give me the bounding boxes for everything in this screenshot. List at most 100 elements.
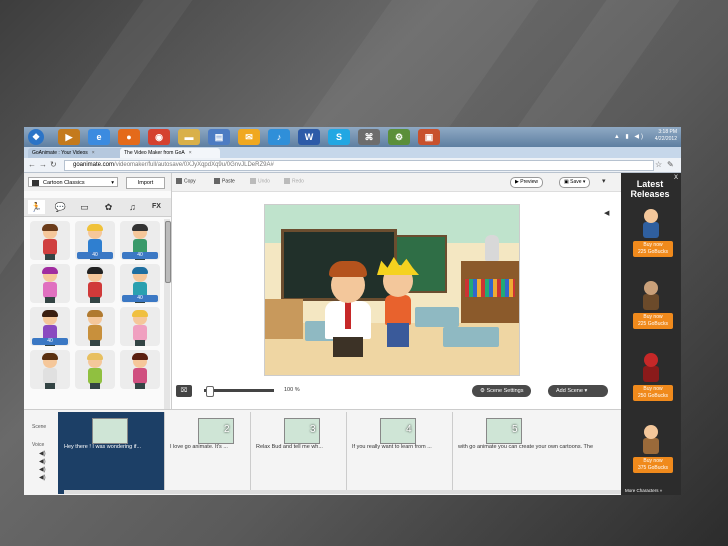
character-thumbnail[interactable] — [30, 221, 70, 260]
voice-clip[interactable]: Relax Bud and tell me wh... — [256, 442, 342, 452]
forward-arrow-icon[interactable]: → — [39, 160, 47, 170]
teacher-tie — [345, 301, 351, 329]
timeline-scene[interactable]: 3 Relax Bud and tell me wh... — [250, 412, 347, 494]
undo-button[interactable]: Undo — [250, 178, 270, 184]
back-arrow-icon[interactable]: ← — [28, 160, 36, 170]
system-tray-icons[interactable]: ▲ ▮ ◀) — [614, 133, 645, 140]
character-thumbnail[interactable] — [120, 350, 160, 389]
character-thumbnail[interactable] — [30, 264, 70, 303]
character-thumbnail[interactable] — [30, 350, 70, 389]
zoom-slider[interactable] — [204, 389, 274, 392]
timeline: Scene Voice ◀) ◀) ◀) ◀) Hey there ! I wa… — [24, 409, 681, 495]
redo-button[interactable]: Redo — [284, 178, 304, 184]
more-characters-link[interactable]: More Characters » — [625, 488, 662, 493]
character-thumbnail[interactable] — [75, 264, 115, 303]
speaker-icon[interactable]: ◀) — [39, 466, 46, 473]
voice-clip[interactable]: Hey there ! I was wondering if... — [64, 442, 160, 452]
voice-clip[interactable]: I love go animate. It's ... — [170, 442, 246, 452]
bust-statue — [485, 235, 499, 261]
add-scene-button[interactable]: Add Scene ▾ — [548, 385, 608, 397]
media-player-icon[interactable]: ▶ — [58, 129, 80, 145]
prop-icon[interactable]: ✿ — [100, 200, 117, 214]
tab-your-videos[interactable]: GoAnimate : Your Videos × — [28, 148, 124, 158]
timeline-scene[interactable]: 2 I love go animate. It's ... — [164, 412, 251, 494]
effects-icon[interactable]: FX — [148, 200, 165, 214]
timeline-scrollbar[interactable] — [64, 490, 624, 494]
buy-now-button[interactable]: Buy now 375 GoBucks — [633, 457, 673, 473]
wrench-icon[interactable]: ✎ — [667, 160, 674, 170]
music-icon[interactable]: ♫ — [124, 200, 141, 214]
scene-canvas[interactable] — [264, 204, 520, 376]
character-thumbnail[interactable] — [75, 307, 115, 346]
character-thumbnail[interactable]: 40 — [120, 221, 160, 260]
boy-legs — [387, 323, 409, 347]
character-thumbnail[interactable]: 40 — [30, 307, 70, 346]
buy-now-button[interactable]: Buy now 250 GoBucks — [633, 385, 673, 401]
chrome-icon[interactable]: ◉ — [148, 129, 170, 145]
character-legs — [135, 340, 145, 346]
voice-clip[interactable]: If you really want to learn from ... — [352, 442, 448, 452]
presentation-icon[interactable]: ▣ — [418, 129, 440, 145]
copy-button[interactable]: Copy — [176, 178, 196, 184]
settings-icon[interactable]: ⚙ — [388, 129, 410, 145]
internet-explorer-icon[interactable]: e — [88, 129, 110, 145]
speaker-icon[interactable]: ◀) — [39, 474, 46, 481]
tab-video-maker[interactable]: The Video Maker from GoA × — [120, 148, 220, 158]
word-icon[interactable]: W — [298, 129, 320, 145]
category-select[interactable]: Cartoon Classics ▾ — [28, 177, 118, 187]
buy-now-button[interactable]: Buy now 225 GoBucks — [633, 313, 673, 329]
network-icon[interactable]: ⌘ — [358, 129, 380, 145]
url-field[interactable]: goanimate.com/videomaker/full/autosave/0… — [64, 160, 654, 171]
library-scrollbar[interactable] — [164, 219, 171, 409]
camera-icon[interactable]: ⌧ — [176, 385, 192, 397]
timeline-scene[interactable]: 4 If you really want to learn from ... — [346, 412, 453, 494]
promo-character-head — [644, 209, 658, 223]
promo-character-body — [643, 294, 659, 310]
options-chevron-icon[interactable]: ▾ — [602, 177, 606, 185]
preview-button[interactable]: ▶ Preview — [510, 177, 544, 188]
zoom-slider-thumb[interactable] — [206, 386, 214, 397]
speaker-icon[interactable]: ◀) — [39, 450, 46, 457]
reload-icon[interactable]: ↻ — [50, 160, 57, 170]
speech-bubble-icon[interactable]: 💬 — [52, 200, 69, 214]
close-icon[interactable]: × — [189, 150, 192, 156]
close-icon[interactable]: × — [92, 150, 95, 156]
timeline-scene[interactable]: 5 with go animate you can create your own… — [452, 412, 623, 494]
paste-button[interactable]: Paste — [214, 178, 235, 184]
mail-icon[interactable]: ✉ — [238, 129, 260, 145]
scene-thumbnail[interactable] — [92, 418, 128, 444]
import-button[interactable]: Import — [126, 177, 165, 189]
paste-icon — [214, 178, 220, 184]
speaker-icon[interactable]: ◀) — [39, 458, 46, 465]
itunes-icon[interactable]: ♪ — [268, 129, 290, 145]
buy-now-button[interactable]: Buy now 225 GoBucks — [633, 241, 673, 257]
character-icon[interactable]: 🏃 — [28, 200, 45, 214]
redo-label: Redo — [292, 178, 304, 185]
scrollbar-thumb[interactable] — [165, 221, 171, 283]
price-badge: 40 — [122, 252, 158, 259]
promo-card: Buy now 225 GoBucks — [627, 279, 675, 341]
character-thumbnail[interactable]: 40 — [120, 264, 160, 303]
character-thumbnail[interactable]: 40 — [75, 221, 115, 260]
character-thumbnail[interactable] — [120, 307, 160, 346]
chevron-down-icon: ▾ — [582, 388, 588, 394]
promo-card: Buy now 225 GoBucks — [627, 207, 675, 269]
volume-icon[interactable]: ◀ — [604, 209, 609, 217]
voice-clip[interactable]: with go animate you can create your own … — [458, 442, 618, 452]
timeline-voice-label: Voice — [32, 442, 45, 448]
firefox-icon[interactable]: ● — [118, 129, 140, 145]
timeline-scene[interactable]: Hey there ! I was wondering if... — [58, 412, 165, 494]
scene-settings-button[interactable]: ⚙ Scene Settings — [472, 385, 532, 397]
price-badge: 40 — [122, 295, 158, 302]
folder-icon[interactable]: ▬ — [178, 129, 200, 145]
backdrop-icon[interactable]: ▭ — [76, 200, 93, 214]
taskbar-clock[interactable]: 3:18 PM 4/22/2012 — [655, 129, 677, 143]
boy-character[interactable] — [385, 295, 411, 325]
star-icon[interactable]: ☆ — [655, 160, 662, 170]
windows-start-icon[interactable]: ❖ — [28, 129, 44, 145]
skype-icon[interactable]: S — [328, 129, 350, 145]
save-button[interactable]: ▣ Save ▾ — [559, 177, 591, 188]
character-thumbnail[interactable] — [75, 350, 115, 389]
document-icon[interactable]: ▤ — [208, 129, 230, 145]
promo-card: Buy now 375 GoBucks — [627, 423, 675, 485]
